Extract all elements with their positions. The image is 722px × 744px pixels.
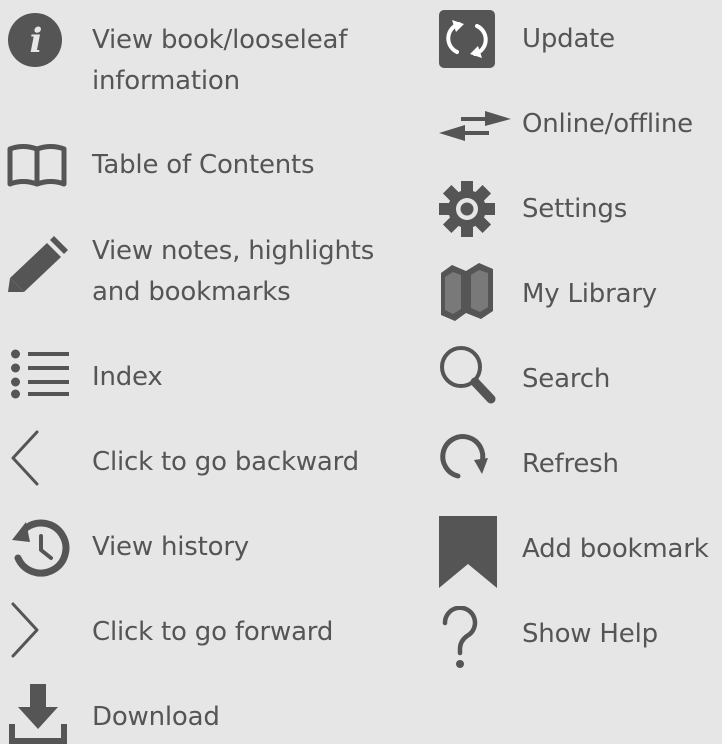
info-icon: i bbox=[8, 13, 62, 67]
svg-text:i: i bbox=[30, 21, 43, 61]
legend-label-backward: Click to go backward bbox=[92, 447, 359, 477]
chevron-left-icon bbox=[10, 430, 40, 486]
legend-label-download: Download bbox=[92, 702, 220, 732]
legend-label-show-help: Show Help bbox=[522, 619, 658, 649]
search-icon bbox=[438, 344, 498, 406]
legend-label-table-of-contents: Table of Contents bbox=[92, 150, 315, 180]
history-icon bbox=[10, 518, 72, 578]
legend-label-my-library: My Library bbox=[522, 279, 657, 309]
legend-label-search: Search bbox=[522, 364, 611, 394]
update-icon bbox=[439, 10, 495, 68]
legend-label-forward: Click to go forward bbox=[92, 617, 334, 647]
chevron-right-icon bbox=[10, 602, 40, 658]
pencil-icon bbox=[8, 234, 70, 292]
legend-label-notes-line1: View notes, highlights bbox=[92, 236, 375, 266]
legend-label-update: Update bbox=[522, 24, 615, 54]
legend-label-history: View history bbox=[92, 532, 249, 562]
legend-label-add-bookmark: Add bookmark bbox=[522, 534, 709, 564]
refresh-icon bbox=[438, 430, 490, 484]
gear-icon bbox=[439, 181, 495, 237]
legend-label-online-offline: Online/offline bbox=[522, 109, 693, 139]
legend-label-settings: Settings bbox=[522, 194, 628, 224]
legend-label-refresh: Refresh bbox=[522, 449, 619, 479]
bookmark-icon bbox=[439, 516, 497, 588]
online-offline-icon bbox=[439, 108, 511, 144]
legend-label-info-line1: View book/looseleaf bbox=[92, 25, 348, 55]
library-icon bbox=[439, 263, 495, 321]
list-icon bbox=[11, 349, 69, 399]
help-icon bbox=[440, 606, 480, 670]
book-icon bbox=[7, 143, 67, 187]
icon-legend: { "colors": { "background": "#e6e6e6", "… bbox=[0, 0, 722, 744]
legend-label-info-line2: information bbox=[92, 66, 240, 96]
download-icon bbox=[9, 684, 67, 744]
legend-label-index: Index bbox=[92, 362, 163, 392]
legend-label-notes-line2: and bookmarks bbox=[92, 277, 291, 307]
